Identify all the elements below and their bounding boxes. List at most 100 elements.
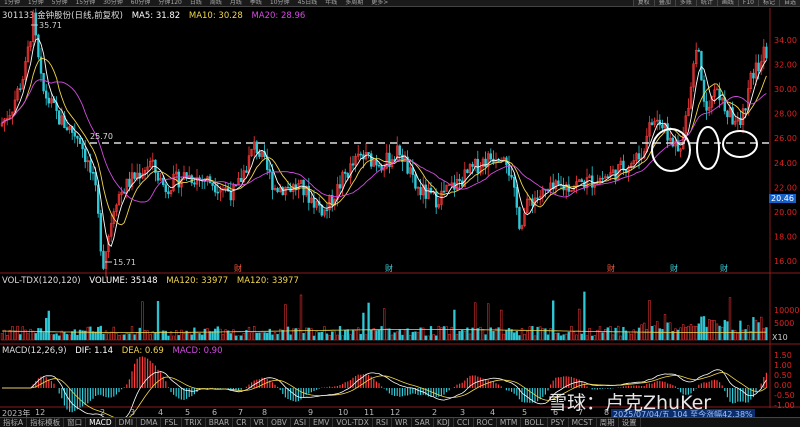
volume-bar (325, 333, 329, 341)
volume-bar (401, 334, 404, 341)
volume-bar (97, 326, 100, 341)
volume-bar (666, 322, 669, 341)
volume-bar (684, 326, 687, 341)
volume-bar (715, 323, 719, 341)
indicator-tab-26[interactable]: 设置 (619, 418, 641, 427)
indicator-tab-21[interactable]: MTM (497, 418, 522, 427)
volume-bar (320, 331, 323, 341)
candle-body (471, 164, 474, 167)
indicator-tab-24[interactable]: MCST (569, 418, 597, 427)
volume-bar (237, 335, 240, 341)
volume-bar (484, 334, 487, 341)
indicator-tab-22[interactable]: BOLL (521, 418, 548, 427)
volume-bar (258, 332, 261, 341)
volume-bar (492, 330, 495, 341)
candle-body (312, 197, 316, 208)
volume-bar (169, 331, 173, 341)
indicator-tab-15[interactable]: RSI (373, 418, 393, 427)
volume-bar (367, 302, 370, 341)
candle-body (164, 184, 167, 193)
candle-body (637, 153, 641, 160)
volume-bar (744, 329, 747, 341)
finance-marker-1[interactable]: 财 (385, 263, 393, 273)
candle-body (73, 132, 77, 137)
indicator-tab-6[interactable]: FSL (161, 418, 182, 427)
candle-body (510, 174, 513, 178)
volume-bar (554, 333, 557, 341)
indicator-tab-2[interactable]: 窗口 (64, 418, 87, 427)
volume-bar (21, 326, 24, 341)
volume-bar (214, 328, 217, 341)
volume-bar (637, 327, 641, 341)
indicator-tab-8[interactable]: BRAR (206, 418, 234, 427)
candle-body (320, 204, 323, 216)
candle-body (536, 197, 539, 200)
indicator-tab-19[interactable]: CCI (454, 418, 474, 427)
volume-bar (312, 335, 316, 341)
volume-bar (619, 335, 622, 341)
candle-body (601, 177, 604, 180)
volume-bar (502, 333, 505, 341)
indicator-tab-17[interactable]: SAR (412, 418, 434, 427)
volume-bar (588, 328, 591, 341)
indicator-tab-11[interactable]: OBV (268, 418, 291, 427)
indicator-tab-3[interactable]: MACD (86, 418, 116, 427)
volume-bar (68, 334, 71, 341)
volume-bar (16, 325, 19, 341)
volume-bar (13, 331, 17, 341)
indicator-tab-0[interactable]: 指标A (0, 418, 28, 427)
volume-bar (695, 326, 698, 341)
volume-bar (549, 328, 552, 341)
finance-marker-3[interactable]: 财 (670, 263, 678, 273)
indicator-tab-1[interactable]: 指标模板 (27, 418, 65, 427)
indicator-tab-10[interactable]: VR (251, 418, 268, 427)
indicator-tab-16[interactable]: WR (392, 418, 412, 427)
volume-bar (364, 334, 368, 341)
volume-bar (219, 328, 222, 341)
volume-bar (117, 335, 121, 341)
volume-bar (380, 326, 383, 341)
candle-body (167, 191, 170, 195)
finance-marker-2[interactable]: 财 (607, 263, 615, 273)
candle-body (128, 178, 131, 187)
indicator-tab-25[interactable]: 周期 (597, 418, 619, 427)
volume-bar (58, 335, 61, 341)
kline-chart[interactable]: 25.70 35.71 15.71 34.0032.0030.0028.0026… (0, 0, 800, 427)
volume-bar (253, 326, 256, 341)
indicator-tab-23[interactable]: PSY (548, 418, 569, 427)
volume-bar (120, 334, 123, 341)
candle-body (557, 180, 560, 185)
indicator-tab-20[interactable]: ROC (474, 418, 497, 427)
candle-body (518, 207, 521, 229)
volume-bar (0, 333, 4, 341)
volume-bar (721, 326, 724, 341)
macd-tick-2: 0.50 (774, 371, 792, 380)
finance-marker-4[interactable]: 财 (720, 263, 728, 273)
candle-body (359, 153, 362, 156)
volume-bar (221, 334, 225, 341)
volume-bar (487, 303, 490, 341)
volume-bar (510, 329, 513, 341)
volume-bar (429, 326, 433, 341)
volume-bar (567, 331, 570, 341)
candle-body (752, 72, 755, 79)
volume-bar (388, 328, 391, 341)
indicator-tab-5[interactable]: DMA (137, 418, 162, 427)
price-tick-2: 30.00 (774, 85, 797, 94)
indicator-tab-13[interactable]: EMV (310, 418, 334, 427)
indicator-tab-18[interactable]: KDJ (434, 418, 454, 427)
volume-bar (736, 333, 739, 341)
indicator-tab-4[interactable]: DMI (116, 418, 138, 427)
volume-bar (125, 332, 128, 341)
candle-body (34, 12, 38, 36)
indicator-tab-14[interactable]: VOL-TDX (333, 418, 373, 427)
indicator-tab-7[interactable]: TRIX (182, 418, 206, 427)
finance-marker-0[interactable]: 财 (234, 263, 242, 273)
indicator-tab-12[interactable]: ASI (291, 418, 311, 427)
price-tick-4: 26.00 (774, 134, 797, 143)
volume-bar (593, 335, 596, 341)
volume-bar (318, 332, 321, 341)
volume-bar (247, 326, 251, 341)
volume-bar (674, 328, 677, 341)
indicator-tab-9[interactable]: CR (233, 418, 251, 427)
